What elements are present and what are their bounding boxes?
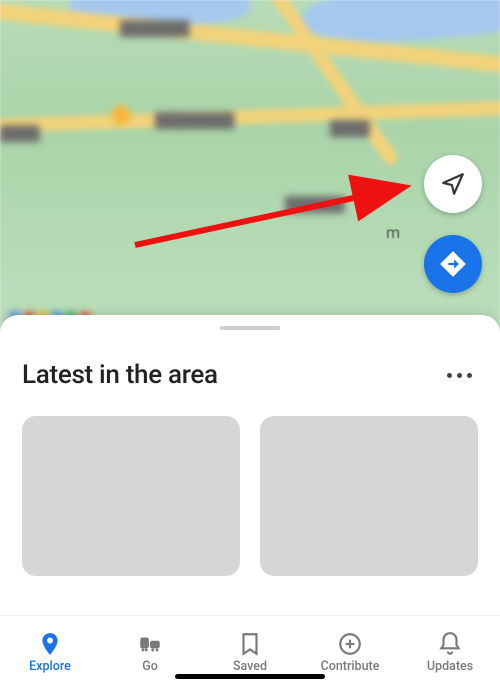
sheet-grabber[interactable] (220, 326, 280, 330)
nav-label: Explore (29, 659, 71, 674)
home-indicator (175, 674, 325, 679)
directions-icon (439, 250, 467, 278)
sheet-title: Latest in the area (22, 360, 218, 390)
plus-circle-icon (337, 631, 363, 657)
nav-label: Go (142, 659, 158, 674)
nav-label: Contribute (321, 659, 380, 674)
bell-icon (437, 631, 463, 657)
area-card[interactable] (260, 416, 478, 576)
current-location-button[interactable] (424, 155, 482, 213)
transit-icon (137, 631, 163, 657)
nav-explore[interactable]: Explore (0, 616, 100, 685)
pin-icon (37, 631, 63, 657)
location-arrow-icon (440, 171, 466, 197)
area-card[interactable] (22, 416, 240, 576)
map-canvas[interactable]: ███████ ████████ ████ ██████ ████ m (0, 0, 500, 330)
directions-button[interactable] (424, 235, 482, 293)
nav-updates[interactable]: Updates (400, 616, 500, 685)
bookmark-icon (237, 631, 263, 657)
nav-label: Updates (427, 659, 473, 674)
more-options-button[interactable] (441, 367, 478, 384)
nav-label: Saved (233, 659, 267, 674)
bottom-sheet[interactable]: Latest in the area (0, 315, 500, 615)
map-label-m: m (386, 223, 400, 242)
